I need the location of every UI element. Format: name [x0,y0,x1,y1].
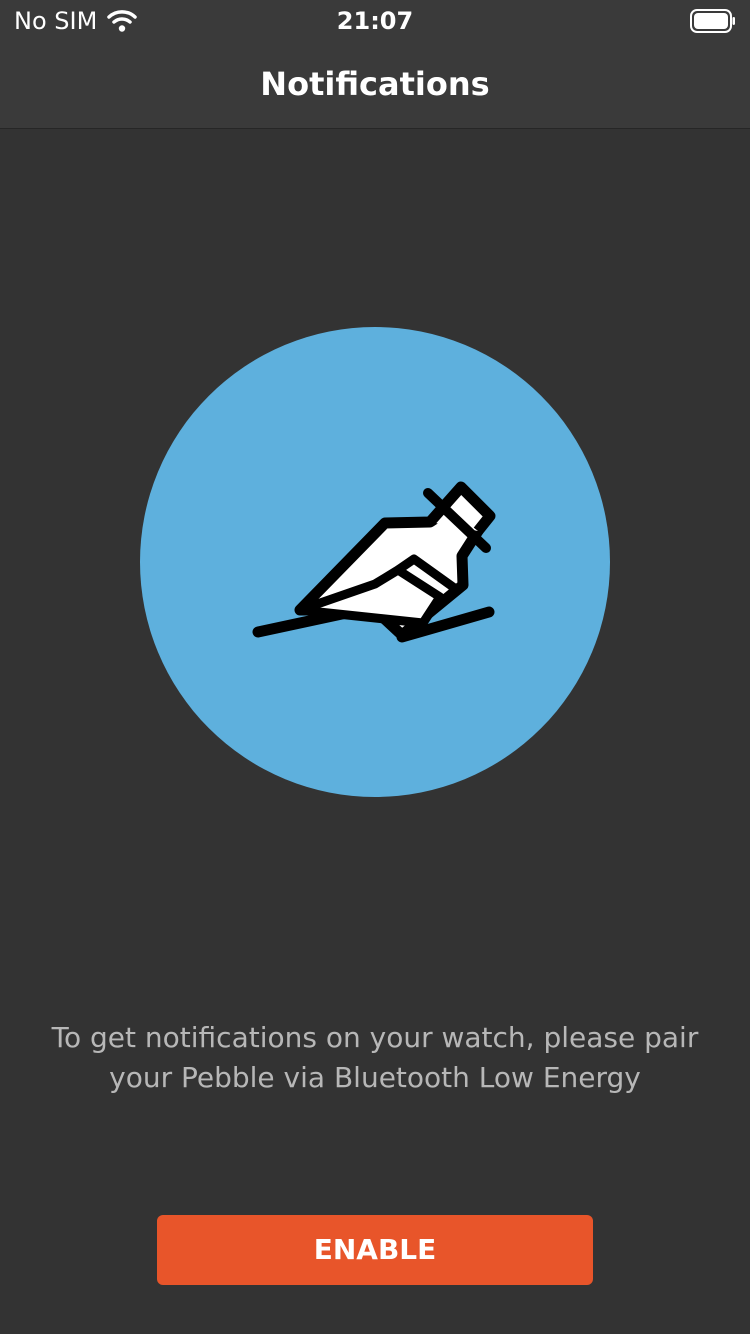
enable-button[interactable]: ENABLE [157,1215,593,1285]
message-in-bottle-icon [252,481,496,643]
status-bar: No SIM 21:07 [0,0,750,40]
pairing-message: To get notifications on your watch, plea… [51,1021,699,1094]
page-title: Notifications [260,65,490,103]
battery-icon [690,9,735,33]
notifications-screen: No SIM 21:07 Notifications To get notifi… [0,0,750,1334]
status-time: 21:07 [336,7,414,35]
hero-illustration [140,327,610,797]
navigation-bar: Notifications [0,40,750,129]
